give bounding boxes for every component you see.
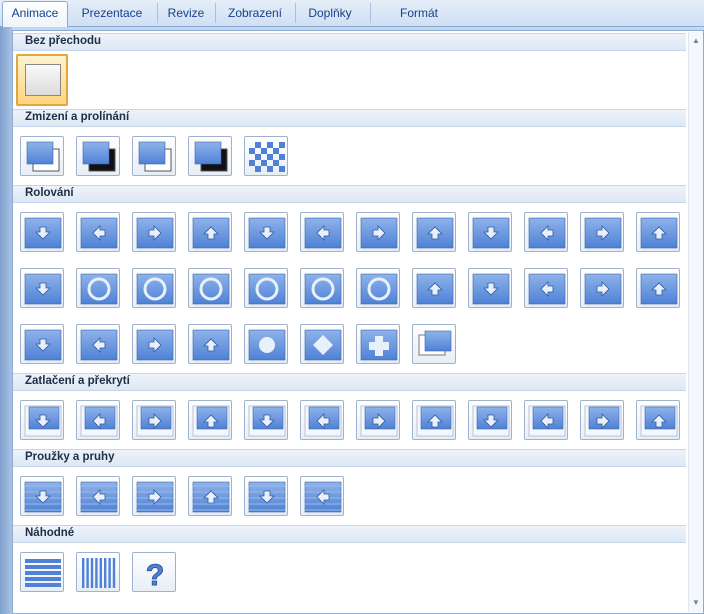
tab-format[interactable]: Formát bbox=[380, 2, 458, 24]
tab-animace[interactable]: Animace bbox=[2, 1, 68, 27]
wheel-8-spokes-icon[interactable] bbox=[412, 268, 456, 308]
random-transition-icon[interactable]: ? bbox=[132, 552, 176, 593]
cover-right-down-2-icon[interactable] bbox=[580, 400, 624, 440]
vertical-scrollbar[interactable]: ▲ ▼ bbox=[688, 32, 703, 612]
uncover-down-icon[interactable] bbox=[300, 212, 344, 252]
section-title: Proužky a pruhy bbox=[25, 451, 115, 463]
box-out-icon[interactable] bbox=[132, 268, 176, 308]
push-up-icon[interactable] bbox=[188, 400, 232, 440]
tab-separator bbox=[157, 3, 158, 23]
svg-text:?: ? bbox=[146, 559, 164, 592]
checkerboard-down-icon[interactable] bbox=[188, 476, 232, 516]
checkerboard-across-icon[interactable] bbox=[132, 476, 176, 516]
random-bars-vertical-icon[interactable] bbox=[76, 552, 120, 592]
section-header-zmizeni: Zmizení a prolínání bbox=[13, 109, 686, 127]
wheel-3-spokes-icon[interactable] bbox=[300, 268, 344, 308]
uncover-right-down-icon[interactable] bbox=[580, 212, 624, 252]
scroll-down-arrow-icon[interactable]: ▼ bbox=[692, 598, 700, 607]
uncover-left-icon[interactable] bbox=[356, 212, 400, 252]
blinds-horizontal-icon[interactable] bbox=[20, 476, 64, 516]
split-vertical-in-icon[interactable] bbox=[580, 268, 624, 308]
random-bars-horizontal-icon[interactable] bbox=[20, 552, 64, 592]
cover-left-up-icon[interactable] bbox=[20, 268, 64, 308]
tab-revize[interactable]: Revize bbox=[160, 2, 212, 24]
strips-left-up-icon[interactable] bbox=[76, 324, 120, 364]
push-left-icon[interactable] bbox=[76, 400, 120, 440]
strips-right-up-icon[interactable] bbox=[188, 324, 232, 364]
cover-up-icon[interactable] bbox=[412, 400, 456, 440]
section-title: Rolování bbox=[25, 187, 74, 199]
cover-down-icon[interactable] bbox=[244, 400, 288, 440]
wheel-2-spokes-icon[interactable] bbox=[244, 268, 288, 308]
section-header-bez-prechodu: Bez přechodu bbox=[13, 33, 686, 51]
split-vertical-out-icon[interactable] bbox=[636, 268, 680, 308]
scroll-up-arrow-icon[interactable]: ▲ bbox=[692, 36, 700, 45]
cut-icon[interactable] bbox=[132, 136, 176, 176]
push-down-icon[interactable] bbox=[20, 400, 64, 440]
tab-zobrazeni[interactable]: Zobrazení bbox=[218, 2, 292, 24]
box-in-icon[interactable] bbox=[76, 268, 120, 308]
tab-separator bbox=[295, 3, 296, 23]
split-horizontal-in-icon[interactable] bbox=[468, 268, 512, 308]
tab-separator bbox=[215, 3, 216, 23]
wipe-left-icon[interactable] bbox=[76, 212, 120, 252]
shape-plus-icon[interactable] bbox=[356, 324, 400, 364]
strips-left-down-icon[interactable] bbox=[20, 324, 64, 364]
blinds-vertical-icon[interactable] bbox=[76, 476, 120, 516]
newsflash-icon[interactable] bbox=[412, 324, 456, 364]
cover-left-icon[interactable] bbox=[300, 400, 344, 440]
wheel-clockwise-icon[interactable] bbox=[188, 268, 232, 308]
cover-right-up-icon[interactable] bbox=[636, 400, 680, 440]
uncover-up-icon[interactable] bbox=[468, 212, 512, 252]
split-horizontal-out-icon[interactable] bbox=[524, 268, 568, 308]
fade-through-black-icon[interactable] bbox=[76, 136, 120, 176]
cover-right-icon[interactable] bbox=[356, 400, 400, 440]
tab-prezentace[interactable]: Prezentace bbox=[70, 2, 154, 24]
ribbon-left-edge bbox=[0, 26, 12, 614]
comb-vertical-icon[interactable] bbox=[300, 476, 344, 516]
wipe-down-icon[interactable] bbox=[20, 212, 64, 252]
section-title: Náhodné bbox=[25, 527, 75, 539]
shape-diamond-icon[interactable] bbox=[300, 324, 344, 364]
wedge-icon[interactable] bbox=[244, 212, 288, 252]
uncover-left-down-icon[interactable] bbox=[524, 212, 568, 252]
cover-left-up-2-icon[interactable] bbox=[524, 400, 568, 440]
section-title: Bez přechodu bbox=[25, 35, 102, 47]
tab-doplnky[interactable]: Doplňky bbox=[298, 2, 362, 24]
uncover-right-icon[interactable] bbox=[412, 212, 456, 252]
push-right-icon[interactable] bbox=[132, 400, 176, 440]
cover-left-down-icon[interactable] bbox=[468, 400, 512, 440]
section-title: Zmizení a prolínání bbox=[25, 111, 130, 123]
section-header-rolovani: Rolování bbox=[13, 185, 686, 203]
wheel-4-spokes-icon[interactable] bbox=[356, 268, 400, 308]
comb-horizontal-icon[interactable] bbox=[244, 476, 288, 516]
shape-circle-icon[interactable] bbox=[244, 324, 288, 364]
cover-right-down-icon[interactable] bbox=[636, 212, 680, 252]
cut-through-black-icon[interactable] bbox=[188, 136, 232, 176]
section-header-prouzky: Proužky a pruhy bbox=[13, 449, 686, 467]
section-header-zatlaceni: Zatlačení a překrytí bbox=[13, 373, 686, 391]
dissolve-icon[interactable] bbox=[244, 136, 288, 176]
strips-right-down-icon[interactable] bbox=[132, 324, 176, 364]
tab-separator bbox=[370, 3, 371, 23]
wipe-right-icon[interactable] bbox=[132, 212, 176, 252]
wipe-up-icon[interactable] bbox=[188, 212, 232, 252]
section-title: Zatlačení a překrytí bbox=[25, 375, 130, 387]
section-header-nahodne: Náhodné bbox=[13, 525, 686, 543]
ribbon-tab-bar: Animace Prezentace Revize Zobrazení Dopl… bbox=[0, 0, 704, 27]
no-transition-icon[interactable] bbox=[16, 54, 68, 106]
fade-smoothly-icon[interactable] bbox=[20, 136, 64, 176]
